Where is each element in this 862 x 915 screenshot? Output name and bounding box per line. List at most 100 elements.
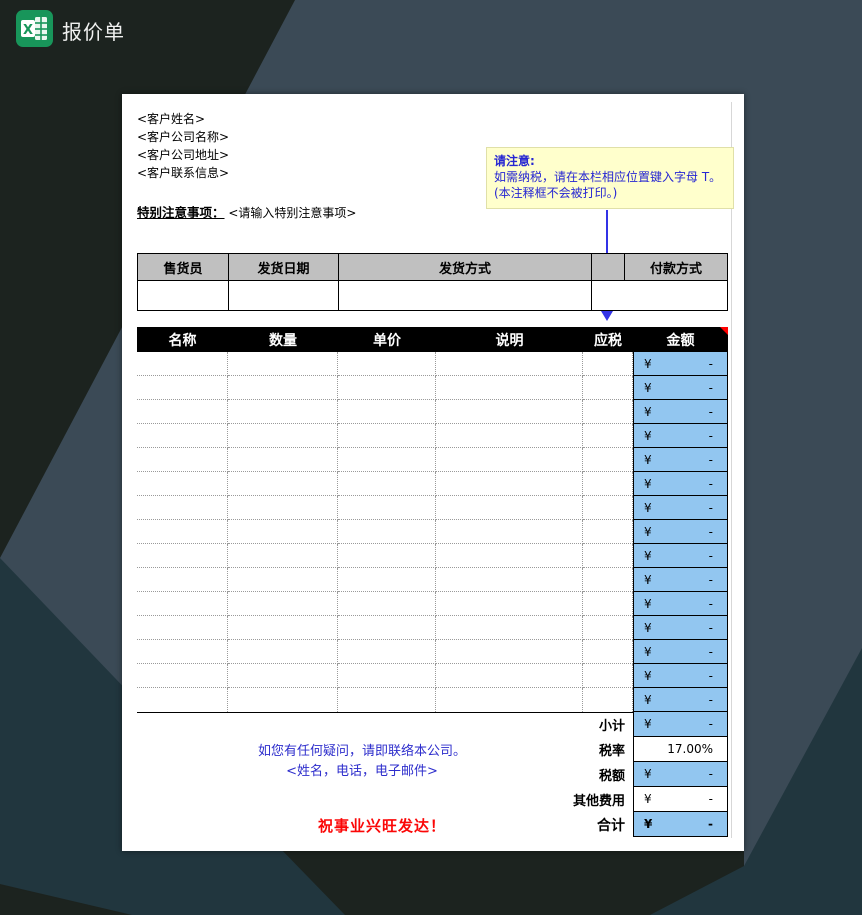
item-amount-cell[interactable]: ¥-: [633, 568, 728, 592]
item-name-cell[interactable]: [137, 352, 228, 376]
item-amount-cell[interactable]: ¥-: [633, 664, 728, 688]
item-quantity-cell[interactable]: [228, 688, 338, 712]
item-taxable-cell[interactable]: [583, 592, 633, 616]
item-description-cell[interactable]: [436, 400, 583, 424]
item-unit-price-cell[interactable]: [338, 568, 436, 592]
item-name-cell[interactable]: [137, 616, 228, 640]
item-taxable-cell[interactable]: [583, 496, 633, 520]
item-quantity-cell[interactable]: [228, 616, 338, 640]
item-quantity-cell[interactable]: [228, 496, 338, 520]
ship-method-cell[interactable]: [338, 281, 591, 311]
item-amount-cell[interactable]: ¥-: [633, 424, 728, 448]
item-unit-price-cell[interactable]: [338, 592, 436, 616]
item-description-cell[interactable]: [436, 688, 583, 712]
item-description-cell[interactable]: [436, 640, 583, 664]
item-quantity-cell[interactable]: [228, 640, 338, 664]
item-description-cell[interactable]: [436, 352, 583, 376]
item-quantity-cell[interactable]: [228, 352, 338, 376]
item-name-cell[interactable]: [137, 400, 228, 424]
total-cell[interactable]: ¥ -: [633, 811, 728, 837]
item-amount-cell[interactable]: ¥-: [633, 640, 728, 664]
item-amount-cell[interactable]: ¥-: [633, 472, 728, 496]
item-amount-cell[interactable]: ¥-: [633, 352, 728, 376]
item-description-cell[interactable]: [436, 496, 583, 520]
item-taxable-cell[interactable]: [583, 424, 633, 448]
item-unit-price-cell[interactable]: [338, 472, 436, 496]
item-amount-cell[interactable]: ¥-: [633, 544, 728, 568]
item-name-cell[interactable]: [137, 496, 228, 520]
item-quantity-cell[interactable]: [228, 376, 338, 400]
item-name-cell[interactable]: [137, 376, 228, 400]
item-description-cell[interactable]: [436, 544, 583, 568]
item-taxable-cell[interactable]: [583, 448, 633, 472]
item-description-cell[interactable]: [436, 616, 583, 640]
item-quantity-cell[interactable]: [228, 592, 338, 616]
item-amount-cell[interactable]: ¥-: [633, 496, 728, 520]
item-description-cell[interactable]: [436, 664, 583, 688]
item-amount-cell[interactable]: ¥-: [633, 448, 728, 472]
item-quantity-cell[interactable]: [228, 400, 338, 424]
item-quantity-cell[interactable]: [228, 520, 338, 544]
item-amount-cell[interactable]: ¥-: [633, 592, 728, 616]
item-unit-price-cell[interactable]: [338, 496, 436, 520]
item-taxable-cell[interactable]: [583, 376, 633, 400]
item-quantity-cell[interactable]: [228, 424, 338, 448]
customer-contact-placeholder[interactable]: <客户联系信息>: [137, 164, 229, 182]
item-taxable-cell[interactable]: [583, 520, 633, 544]
item-unit-price-cell[interactable]: [338, 640, 436, 664]
item-description-cell[interactable]: [436, 376, 583, 400]
item-unit-price-cell[interactable]: [338, 424, 436, 448]
item-unit-price-cell[interactable]: [338, 520, 436, 544]
item-taxable-cell[interactable]: [583, 568, 633, 592]
item-quantity-cell[interactable]: [228, 568, 338, 592]
item-name-cell[interactable]: [137, 592, 228, 616]
item-unit-price-cell[interactable]: [338, 664, 436, 688]
item-taxable-cell[interactable]: [583, 640, 633, 664]
item-name-cell[interactable]: [137, 448, 228, 472]
item-amount-cell[interactable]: ¥-: [633, 400, 728, 424]
item-unit-price-cell[interactable]: [338, 352, 436, 376]
item-taxable-cell[interactable]: [583, 664, 633, 688]
tax-rate-cell[interactable]: 17.00%: [633, 736, 728, 762]
ship-date-cell[interactable]: [228, 281, 338, 311]
item-amount-cell[interactable]: ¥-: [633, 616, 728, 640]
item-description-cell[interactable]: [436, 592, 583, 616]
item-taxable-cell[interactable]: [583, 352, 633, 376]
other-fees-cell[interactable]: ¥ -: [633, 786, 728, 812]
item-quantity-cell[interactable]: [228, 544, 338, 568]
item-unit-price-cell[interactable]: [338, 688, 436, 712]
item-name-cell[interactable]: [137, 688, 228, 712]
payment-method-cell[interactable]: [591, 281, 728, 311]
item-amount-cell[interactable]: ¥-: [633, 376, 728, 400]
subtotal-cell[interactable]: ¥ -: [633, 711, 728, 737]
item-unit-price-cell[interactable]: [338, 616, 436, 640]
item-description-cell[interactable]: [436, 520, 583, 544]
item-quantity-cell[interactable]: [228, 472, 338, 496]
item-description-cell[interactable]: [436, 568, 583, 592]
item-description-cell[interactable]: [436, 424, 583, 448]
item-amount-cell[interactable]: ¥-: [633, 520, 728, 544]
item-unit-price-cell[interactable]: [338, 448, 436, 472]
item-taxable-cell[interactable]: [583, 400, 633, 424]
customer-company-placeholder[interactable]: <客户公司名称>: [137, 128, 229, 146]
item-name-cell[interactable]: [137, 424, 228, 448]
item-name-cell[interactable]: [137, 664, 228, 688]
item-description-cell[interactable]: [436, 472, 583, 496]
customer-address-placeholder[interactable]: <客户公司地址>: [137, 146, 229, 164]
customer-name-placeholder[interactable]: <客户姓名>: [137, 110, 229, 128]
item-name-cell[interactable]: [137, 544, 228, 568]
item-taxable-cell[interactable]: [583, 616, 633, 640]
tax-amount-cell[interactable]: ¥ -: [633, 761, 728, 787]
item-taxable-cell[interactable]: [583, 544, 633, 568]
item-amount-cell[interactable]: ¥-: [633, 688, 728, 712]
item-taxable-cell[interactable]: [583, 688, 633, 712]
item-unit-price-cell[interactable]: [338, 376, 436, 400]
item-name-cell[interactable]: [137, 640, 228, 664]
item-quantity-cell[interactable]: [228, 664, 338, 688]
item-quantity-cell[interactable]: [228, 448, 338, 472]
item-taxable-cell[interactable]: [583, 472, 633, 496]
item-name-cell[interactable]: [137, 568, 228, 592]
item-name-cell[interactable]: [137, 520, 228, 544]
item-unit-price-cell[interactable]: [338, 544, 436, 568]
salesperson-cell[interactable]: [137, 281, 228, 311]
